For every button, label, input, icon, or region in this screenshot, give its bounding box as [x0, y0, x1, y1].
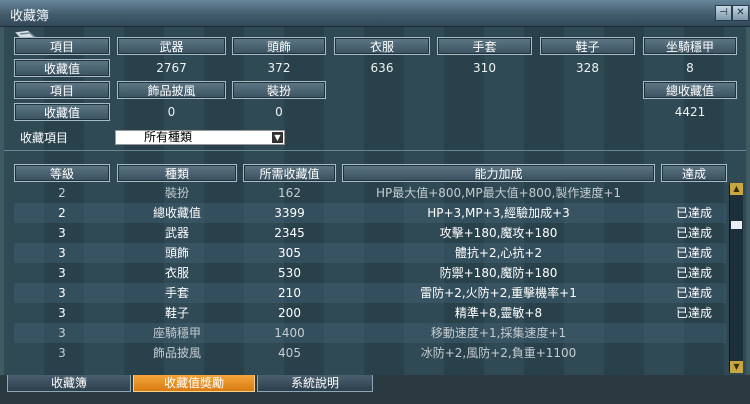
table-row: 3 手套 210 雷防+2,火防+2,重擊機率+1 已達成 — [14, 283, 726, 303]
category-dropdown[interactable]: 所有種類 ▼ — [115, 130, 285, 145]
summary-header-shoes: 鞋子 — [540, 37, 635, 55]
summary-value-gloves: 310 — [473, 61, 496, 75]
summary-header-clothes: 衣服 — [334, 37, 430, 55]
cell-bonus: 移動速度+1,採集速度+1 — [430, 326, 567, 340]
category-dropdown-value: 所有種類 — [144, 130, 193, 144]
cell-level: 3 — [58, 286, 66, 300]
summary-value-weapon: 2767 — [156, 61, 187, 75]
scroll-thumb[interactable] — [731, 221, 742, 229]
pin-icon[interactable]: ⊣ — [715, 5, 732, 21]
cell-level: 2 — [58, 186, 66, 200]
summary-header-costume: 裝扮 — [232, 81, 326, 99]
cell-done: 已達成 — [675, 246, 712, 260]
summary-header-accessory-cape: 飾品披風 — [117, 81, 226, 99]
summary-value-mount-armor: 8 — [686, 61, 694, 75]
summary-value-accessory-cape: 0 — [167, 105, 176, 119]
column-header-achieved: 達成 — [661, 164, 727, 182]
scroll-up-icon[interactable]: ▲ — [730, 183, 743, 195]
cell-type: 武器 — [164, 226, 189, 240]
cell-type: 手套 — [164, 286, 189, 300]
summary-value-total: 4421 — [674, 105, 706, 119]
cell-required: 305 — [278, 246, 301, 260]
cell-bonus: 精準+8,靈敏+8 — [454, 306, 543, 320]
cell-done: 已達成 — [675, 206, 712, 220]
cell-done — [661, 323, 727, 343]
cell-bonus: 冰防+2,風防+2,負重+1100 — [420, 346, 577, 360]
cell-done: 已達成 — [675, 286, 712, 300]
cell-done — [661, 183, 727, 203]
cell-level: 3 — [58, 246, 66, 260]
cell-bonus: 攻擊+180,魔攻+180 — [439, 226, 558, 240]
table-row: 2 裝扮 162 HP最大值+800,MP最大值+800,製作速度+1 — [14, 183, 726, 203]
cell-level: 2 — [58, 206, 66, 220]
window-titlebar: 收藏簿 ⊣ ✕ — [0, 0, 750, 27]
table-row: 3 鞋子 200 精準+8,靈敏+8 已達成 — [14, 303, 726, 323]
cell-bonus: 雷防+2,火防+2,重擊機率+1 — [420, 286, 577, 300]
cell-done: 已達成 — [675, 266, 712, 280]
cell-type: 鞋子 — [164, 306, 189, 320]
column-header-type: 種類 — [117, 164, 237, 182]
cell-level: 3 — [58, 266, 66, 280]
cell-done: 已達成 — [675, 226, 712, 240]
cell-type: 總收藏值 — [152, 206, 201, 220]
close-icon[interactable]: ✕ — [732, 5, 749, 21]
table-row: 3 武器 2345 攻擊+180,魔攻+180 已達成 — [14, 223, 726, 243]
bottom-tab-bar: 收藏簿 收藏值獎勵 系統說明 — [0, 375, 750, 404]
cell-required: 530 — [278, 266, 301, 280]
summary-header-gloves: 手套 — [437, 37, 532, 55]
summary-header-total: 總收藏值 — [643, 81, 737, 99]
table-row: 3 頭飾 305 體抗+2,心抗+2 已達成 — [14, 243, 726, 263]
cell-done: 已達成 — [675, 306, 712, 320]
cell-bonus: 防禦+180,魔防+180 — [439, 266, 558, 280]
cell-required: 200 — [278, 306, 301, 320]
cell-type: 裝扮 — [164, 186, 189, 200]
summary-item-header-1: 項目 — [14, 37, 110, 55]
cell-required: 210 — [278, 286, 301, 300]
cell-level: 3 — [58, 226, 66, 240]
cell-done — [661, 343, 727, 363]
scroll-down-icon[interactable]: ▼ — [730, 361, 743, 373]
summary-value-shoes: 328 — [576, 61, 599, 75]
window-title: 收藏簿 — [10, 9, 50, 24]
cell-type: 座騎穩甲 — [152, 326, 201, 340]
cell-level: 3 — [58, 326, 66, 340]
summary-value-label-2: 收藏值 — [14, 103, 110, 121]
tab-collection-reward[interactable]: 收藏值獎勵 — [133, 375, 255, 392]
table-row: 2 總收藏值 3399 HP+3,MP+3,經驗加成+3 已達成 — [14, 203, 726, 223]
cell-required: 3399 — [274, 206, 305, 220]
summary-value-headwear: 372 — [267, 61, 291, 75]
cell-required: 162 — [278, 186, 301, 200]
cell-type: 頭飾 — [164, 246, 189, 260]
table-row: 3 衣服 530 防禦+180,魔防+180 已達成 — [14, 263, 726, 283]
cell-type: 飾品披風 — [152, 346, 201, 360]
table-row: 3 座騎穩甲 1400 移動速度+1,採集速度+1 — [14, 323, 726, 343]
cell-type: 衣服 — [164, 266, 189, 280]
summary-header-weapon: 武器 — [117, 37, 226, 55]
table-row: 3 飾品披風 405 冰防+2,風防+2,負重+1100 — [14, 343, 726, 363]
cell-required: 405 — [278, 346, 301, 360]
cell-required: 2345 — [274, 226, 305, 240]
summary-header-headwear: 頭飾 — [232, 37, 326, 55]
cell-level: 3 — [58, 346, 66, 360]
vertical-scrollbar[interactable]: ▲ ▼ — [729, 183, 743, 373]
chevron-down-icon[interactable]: ▼ — [272, 132, 283, 143]
tab-system-help[interactable]: 系統說明 — [257, 375, 373, 392]
column-header-level: 等級 — [14, 164, 110, 182]
summary-value-label-1: 收藏值 — [14, 59, 110, 77]
divider — [4, 150, 746, 151]
summary-value-costume: 0 — [275, 105, 283, 119]
cell-bonus: HP+3,MP+3,經驗加成+3 — [427, 206, 570, 220]
summary-value-clothes: 636 — [370, 61, 394, 75]
summary-item-header-2: 項目 — [14, 81, 110, 99]
summary-header-mount-armor: 坐騎穩甲 — [643, 37, 737, 55]
column-header-required: 所需收藏值 — [243, 164, 336, 182]
cell-required: 1400 — [274, 326, 305, 340]
cell-bonus: HP最大值+800,MP最大值+800,製作速度+1 — [375, 186, 622, 200]
filter-label: 收藏項目 — [20, 131, 69, 145]
column-header-bonus: 能力加成 — [342, 164, 655, 182]
tab-collection-book[interactable]: 收藏簿 — [7, 375, 131, 392]
cell-bonus: 體抗+2,心抗+2 — [454, 246, 543, 260]
cell-level: 3 — [58, 306, 66, 320]
